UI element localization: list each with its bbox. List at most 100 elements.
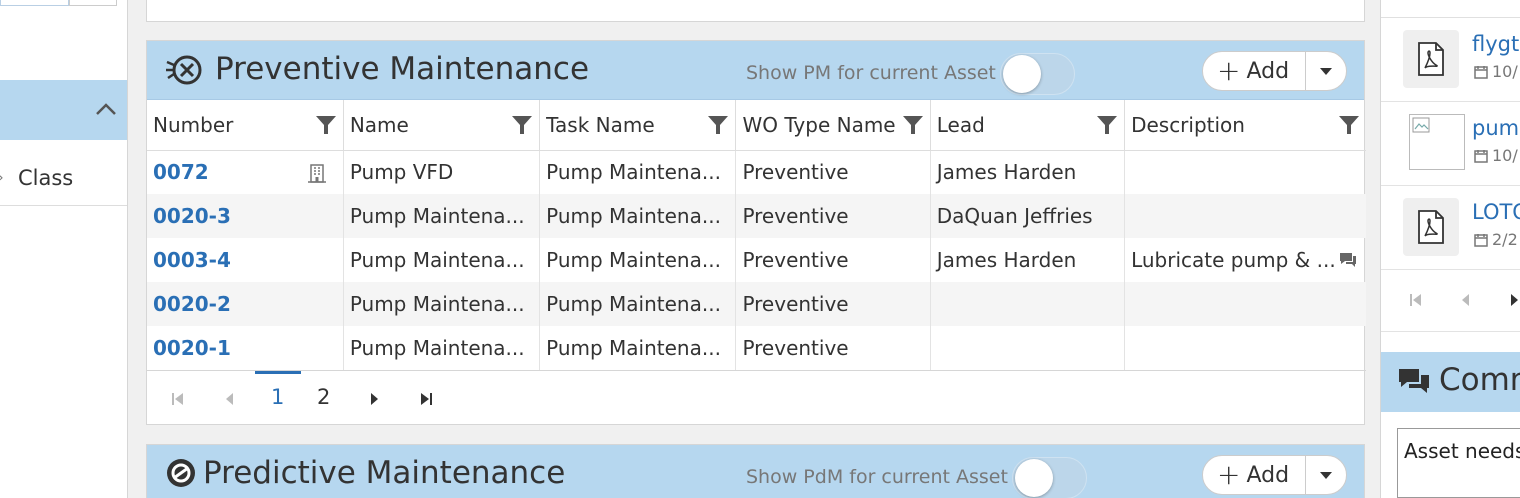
cell-lead: DaQuan Jeffries: [930, 194, 1126, 238]
file-item[interactable]: pum 10/: [1381, 102, 1520, 186]
cell-task-name: Pump Maintena...: [539, 326, 737, 371]
pdf-icon: [1418, 42, 1444, 76]
next-page-icon[interactable]: [369, 391, 379, 407]
cell-task-name: Pump Maintena...: [539, 282, 737, 326]
preventive-maintenance-icon: [166, 55, 202, 85]
cell-lead: James Harden: [930, 150, 1126, 194]
sidebar-section-header[interactable]: [0, 80, 127, 140]
col-name[interactable]: Name: [343, 100, 541, 151]
sidebar-item-class[interactable]: › Class: [0, 150, 127, 206]
wo-number-link[interactable]: 0072: [153, 160, 209, 184]
col-task-name-label: Task Name: [546, 112, 655, 137]
col-number[interactable]: Number: [147, 100, 344, 151]
pdf-thumbnail[interactable]: [1403, 198, 1459, 256]
pm-add-dropdown[interactable]: [1306, 52, 1346, 90]
pm-add-label: Add: [1246, 58, 1290, 84]
pdf-thumbnail[interactable]: [1403, 30, 1459, 88]
cell-number: 0003-4: [147, 238, 344, 282]
previous-card: [146, 0, 1365, 22]
prev-page-icon[interactable]: [225, 391, 235, 407]
sidebar-input[interactable]: [0, 0, 69, 6]
file-date: 10/: [1474, 62, 1518, 81]
cell-task-name: Pump Maintena...: [539, 238, 737, 282]
table-row[interactable]: 0020-1 Pump Maintena... Pump Maintena...…: [147, 326, 1366, 371]
sidebar-item-label: Class: [18, 165, 74, 190]
pm-toggle-label: Show PM for current Asset: [746, 62, 996, 84]
comment-icon[interactable]: [1338, 251, 1358, 269]
col-task-name[interactable]: Task Name: [539, 100, 737, 151]
cell-name: Pump Maintena...: [343, 238, 541, 282]
table-row[interactable]: 0003-4 Pump Maintena... Pump Maintena...…: [147, 238, 1366, 282]
cell-lead: [930, 326, 1126, 371]
pdm-current-asset-toggle[interactable]: [1012, 457, 1087, 498]
cell-lead: [930, 282, 1126, 326]
pm-table: Number Name Task Name WO Type Name Lead …: [147, 100, 1366, 371]
description-text: Lubricate pump & ...: [1131, 248, 1336, 272]
table-row[interactable]: 0020-2 Pump Maintena... Pump Maintena...…: [147, 282, 1366, 326]
pdm-add-button[interactable]: + Add: [1203, 456, 1307, 494]
predictive-maintenance-icon: [167, 459, 195, 487]
file-date-text: 10/: [1492, 146, 1518, 165]
filter-icon[interactable]: [511, 114, 533, 136]
page-2[interactable]: 2: [317, 385, 330, 409]
pm-header: Preventive Maintenance Show PM for curre…: [147, 41, 1364, 100]
pm-add-button[interactable]: + Add: [1203, 52, 1307, 90]
table-row[interactable]: 0020-3 Pump Maintena... Pump Maintena...…: [147, 194, 1366, 238]
cell-description: [1124, 194, 1366, 238]
chevron-up-icon[interactable]: [95, 100, 117, 118]
image-thumbnail[interactable]: [1409, 114, 1465, 170]
file-name[interactable]: pum: [1472, 116, 1519, 140]
first-page-icon[interactable]: [171, 391, 185, 407]
filter-icon[interactable]: [1338, 114, 1360, 136]
col-lead[interactable]: Lead: [930, 100, 1126, 151]
plus-icon: +: [1217, 54, 1241, 87]
cell-wo-type: Preventive: [735, 150, 931, 194]
files-pager: [1381, 270, 1520, 332]
col-description[interactable]: Description: [1124, 100, 1366, 151]
pm-title: Preventive Maintenance: [215, 51, 590, 87]
last-page-icon[interactable]: [419, 391, 433, 407]
first-page-icon[interactable]: [1409, 292, 1423, 308]
comments-header: Comm: [1381, 352, 1520, 412]
col-wo-type-name-label: WO Type Name: [742, 112, 896, 137]
pdm-add-group: + Add: [1202, 455, 1348, 495]
cell-wo-type: Preventive: [735, 326, 931, 371]
cell-description: Lubricate pump & ...: [1125, 238, 1366, 282]
file-name[interactable]: LOTO: [1472, 200, 1520, 224]
pm-current-asset-toggle[interactable]: [1000, 53, 1075, 95]
filter-icon[interactable]: [902, 114, 924, 136]
comment-input[interactable]: Asset needs: [1397, 428, 1520, 498]
col-wo-type-name[interactable]: WO Type Name: [735, 100, 931, 151]
wo-number-link[interactable]: 0020-3: [153, 204, 231, 228]
page-1[interactable]: 1: [271, 385, 284, 409]
calendar-icon: [1474, 65, 1488, 79]
sidebar-input-button[interactable]: [69, 0, 117, 6]
cell-name: Pump Maintena...: [343, 194, 541, 238]
cell-wo-type: Preventive: [735, 282, 931, 326]
broken-image-icon: [1412, 117, 1430, 133]
prev-page-icon[interactable]: [1461, 292, 1471, 308]
cell-number: 0020-3: [147, 194, 344, 238]
table-row[interactable]: 0072 Pump VFD Pump Maintena... Preventiv…: [147, 150, 1366, 194]
cell-number: 0072: [147, 150, 344, 194]
cell-number: 0020-1: [147, 326, 344, 371]
pdm-title: Predictive Maintenance: [203, 455, 566, 491]
filter-icon[interactable]: [1096, 114, 1118, 136]
building-icon: [307, 163, 326, 183]
wo-number-link[interactable]: 0020-2: [153, 292, 231, 316]
caret-down-icon: [1320, 472, 1333, 479]
wo-number-link[interactable]: 0020-1: [153, 336, 231, 360]
col-description-label: Description: [1131, 112, 1245, 137]
pm-add-group: + Add: [1202, 51, 1348, 91]
pdm-header: Predictive Maintenance Show PdM for curr…: [147, 445, 1364, 498]
cell-task-name: Pump Maintena...: [539, 194, 737, 238]
pdm-add-dropdown[interactable]: [1306, 456, 1346, 494]
file-item[interactable]: LOTO 2/2: [1381, 186, 1520, 270]
next-page-icon[interactable]: [1509, 292, 1519, 308]
filter-icon[interactable]: [707, 114, 729, 136]
wo-number-link[interactable]: 0003-4: [153, 248, 231, 272]
file-item[interactable]: flygt 10/: [1381, 18, 1520, 102]
cell-task-name: Pump Maintena...: [539, 150, 737, 194]
file-name[interactable]: flygt: [1472, 32, 1519, 56]
filter-icon[interactable]: [315, 114, 337, 136]
